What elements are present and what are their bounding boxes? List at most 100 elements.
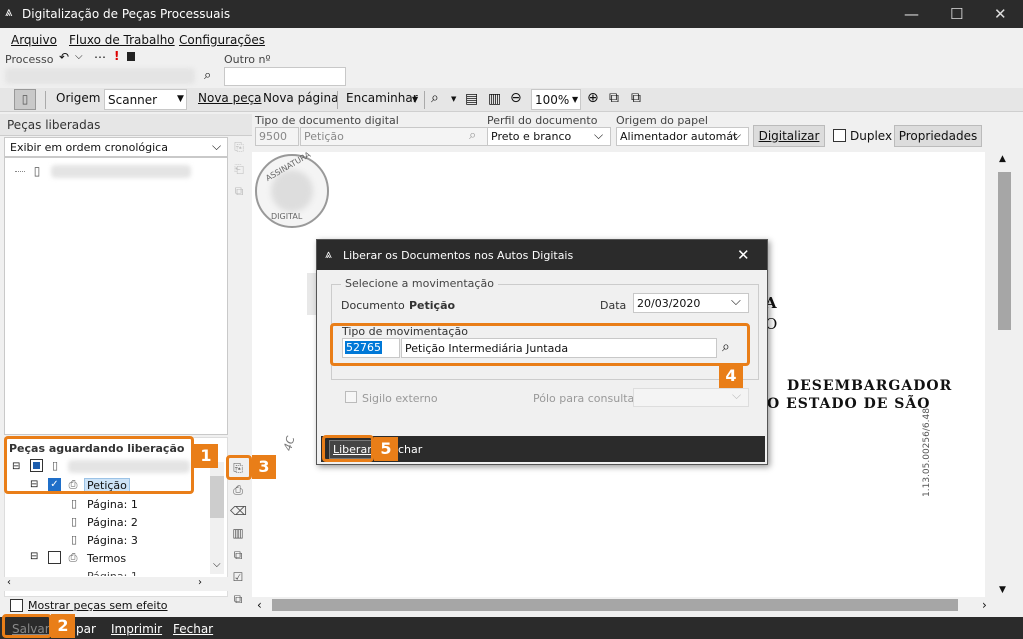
highlight-box-1 <box>4 436 194 494</box>
duplex-label: Duplex <box>850 129 893 143</box>
menu-config[interactable]: Configurações <box>179 33 265 47</box>
chevron-down-icon: ⌵ <box>594 128 604 142</box>
zoom-in-icon[interactable]: ⊕ <box>587 90 599 106</box>
termos-page-item[interactable]: Página: 1 <box>87 570 138 576</box>
scroll-right-icon[interactable]: › <box>982 598 987 612</box>
ordem-select[interactable]: Exibir em ordem cronológica ⌵ <box>4 137 228 157</box>
doc-side-number: 1.13.05.00256/6.48 <box>922 408 932 497</box>
copy-icon[interactable]: ⧉ <box>230 547 246 563</box>
duplex-checkbox[interactable] <box>833 129 846 142</box>
menu-arquivo[interactable]: Arquivo <box>11 33 57 47</box>
doc-vscrollbar[interactable]: ▲ ▼ <box>996 152 1013 599</box>
copy-icon[interactable]: ⧉ <box>231 183 247 199</box>
search-icon[interactable]: ⌕ <box>431 90 439 106</box>
window-title: Digitalização de Peças Processuais <box>22 7 231 21</box>
page-icon: ▯ <box>70 497 78 510</box>
remove-icon[interactable]: ⎗ <box>231 161 247 177</box>
certificate-icon[interactable]: ⎙ <box>230 482 246 498</box>
doc-line-1: DESEMBARGADOR <box>787 378 953 394</box>
rotate-page-2-icon[interactable]: ⧉ <box>631 90 641 106</box>
collapse-icon[interactable]: ⊟ <box>30 551 38 562</box>
tree-scrollbar[interactable]: ⌵ <box>210 462 224 574</box>
document-icon: ▯ <box>33 164 41 178</box>
scroll-up-icon[interactable]: ▲ <box>999 154 1006 164</box>
imprimir-button[interactable]: Imprimir <box>111 622 162 636</box>
digital-signature-stamp: ASSINATURA DIGITAL <box>255 150 329 228</box>
step-badge-2: 2 <box>51 614 75 638</box>
tipo-code-field[interactable]: 9500 <box>255 127 299 146</box>
page-view-icon[interactable]: ▥ <box>488 91 501 107</box>
rotate-page-icon[interactable]: ⧉ <box>609 90 619 106</box>
doc-vscroll-thumb[interactable] <box>998 172 1011 330</box>
digitalizar-button[interactable]: Digitalizar <box>753 125 825 147</box>
encaminhar-button[interactable]: Encaminhar <box>346 91 418 105</box>
search-icon[interactable]: ⌕ <box>204 68 211 83</box>
toggle-panel-button[interactable]: ▯ <box>14 89 36 110</box>
zoom-select[interactable]: 100% ▼ <box>531 89 581 110</box>
mostrar-checkbox[interactable] <box>10 599 23 612</box>
step-badge-5: 5 <box>374 437 398 461</box>
page-item-1[interactable]: Página: 1 <box>87 498 138 511</box>
page-item-2[interactable]: Página: 2 <box>87 516 138 529</box>
perfil-select[interactable]: Preto e branco ⌵ <box>487 127 611 146</box>
processo-field-blurred[interactable] <box>5 68 195 84</box>
tree-hscrollbar[interactable]: ‹ › <box>4 577 228 591</box>
page-item-3[interactable]: Página: 3 <box>87 534 138 547</box>
scroll-down-icon[interactable]: ⌵ <box>213 559 221 570</box>
scroll-left-icon[interactable]: ‹ <box>7 577 11 588</box>
origem-value: Scanner <box>108 93 158 107</box>
maximize-icon[interactable]: ☐ <box>950 5 963 23</box>
more-icon[interactable]: ⋯ <box>94 50 106 64</box>
duplicate-icon[interactable]: ⧉ <box>230 591 246 607</box>
search-icon[interactable]: ⌕ <box>469 128 476 143</box>
release-icon[interactable]: ⎘ <box>231 139 247 155</box>
nova-peca-button[interactable]: Nova peça <box>198 91 262 105</box>
doc-hscroll-thumb[interactable] <box>272 599 958 611</box>
scrollbar-thumb[interactable] <box>210 476 224 518</box>
scroll-down-icon[interactable]: ▼ <box>999 585 1006 595</box>
pecas-liberadas-tree[interactable]: ▯ <box>4 157 228 435</box>
origem-papel-select[interactable]: Alimentador automát ⌵ <box>616 127 749 146</box>
propriedades-button[interactable]: Propriedades <box>894 125 982 147</box>
stamp-bottom-text: DIGITAL <box>271 212 303 221</box>
search-dropdown-icon[interactable]: ▼ <box>451 95 456 103</box>
eraser-icon[interactable]: ⌫ <box>230 503 247 519</box>
outro-field[interactable] <box>224 67 346 86</box>
termos-checkbox[interactable] <box>48 551 61 564</box>
alert-icon[interactable]: ! <box>114 49 119 63</box>
chevron-down-icon: ⌵ <box>732 388 742 402</box>
chevron-down-icon[interactable]: ⌵ <box>75 51 83 62</box>
close-icon[interactable]: ✕ <box>994 5 1007 23</box>
polo-select[interactable]: ⌵ <box>633 388 749 407</box>
dialog-close-icon[interactable]: ✕ <box>737 246 750 264</box>
highlight-box-2 <box>2 614 52 638</box>
scroll-right-icon[interactable]: › <box>198 577 202 588</box>
chevron-down-icon: ⌵ <box>732 128 742 142</box>
tree-item-blurred[interactable] <box>51 165 191 178</box>
origem-select[interactable]: Scanner ▼ <box>104 89 187 110</box>
encaminhar-dropdown-icon[interactable]: ▼ <box>412 95 418 104</box>
scroll-left-icon[interactable]: ‹ <box>257 598 262 612</box>
documento-label: Documento <box>341 299 405 312</box>
trash-icon[interactable]: ▥ <box>230 525 246 541</box>
zoom-out-icon[interactable]: ⊖ <box>510 90 522 106</box>
data-picker[interactable]: 20/03/2020 ⌵ <box>633 293 749 313</box>
perfil-value: Preto e branco <box>491 130 572 143</box>
zoom-dropdown-icon: ▼ <box>572 95 579 104</box>
minimize-icon[interactable]: — <box>904 5 919 23</box>
menu-fluxo[interactable]: Fluxo de Trabalho <box>69 33 175 47</box>
sigilo-checkbox[interactable] <box>345 391 357 403</box>
scanner-icon[interactable]: ▤ <box>465 91 478 107</box>
tipo-name-field[interactable]: Petição ⌕ <box>300 127 489 146</box>
undo-icon[interactable]: ↶ <box>59 50 69 64</box>
nova-pagina-button[interactable]: Nova página <box>263 91 338 105</box>
fechar-dialog-button[interactable]: char <box>398 443 422 456</box>
dialog-title: Liberar os Documentos nos Autos Digitais <box>343 249 574 262</box>
doc-hscrollbar[interactable]: ‹ › <box>252 597 996 614</box>
termos-item[interactable]: Termos <box>87 552 126 565</box>
check-list-icon[interactable]: ☑ <box>230 569 246 585</box>
pecas-liberadas-title: Peças liberadas <box>7 118 101 132</box>
stop-icon[interactable] <box>127 52 135 61</box>
fechar-button[interactable]: Fechar <box>173 622 213 636</box>
limpar-button[interactable]: par <box>76 622 96 636</box>
